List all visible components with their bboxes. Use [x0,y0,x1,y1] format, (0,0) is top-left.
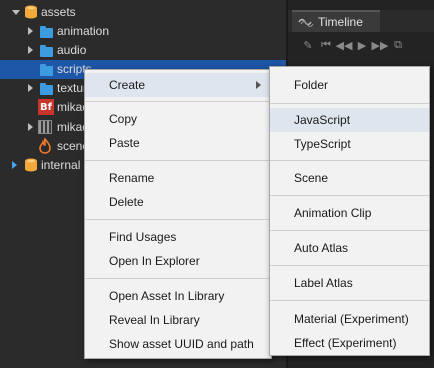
edit-icon[interactable]: ✎ [302,39,314,52]
tree-item-audio[interactable]: audio [0,41,286,60]
timeline-icon [298,18,314,28]
menu-item-label: Find Usages [109,230,177,244]
menu-item-label: Show asset UUID and path [109,337,254,351]
folder-icon [40,64,53,76]
submenu-item-javascript[interactable]: JavaScript [270,108,429,132]
tree-item-label: internal [41,158,81,172]
menu-item-label: Animation Clip [294,206,372,220]
menu-item-label: Effect (Experiment) [294,336,397,350]
expand-arrow-icon[interactable] [12,161,17,169]
folder-icon [40,45,53,57]
submenu-arrow-icon [256,81,261,89]
submenu-item-effect[interactable]: Effect (Experiment) [270,331,429,355]
tab-label: Timeline [318,15,363,29]
menu-separator [270,160,429,161]
timeline-toolbar: ✎ ⏮ ◀◀ ▶ ▶▶ ⧉ [288,32,434,58]
tree-item-assets[interactable]: assets [0,3,286,22]
expand-arrow-icon[interactable] [28,84,33,92]
menu-item-label: Reveal In Library [109,313,200,327]
scene-flame-icon [39,138,51,154]
menu-separator [85,101,271,102]
menu-separator [270,195,429,196]
open-external-icon[interactable]: ⧉ [392,39,404,51]
menu-item-label: Open Asset In Library [109,289,225,303]
tab-strip: Timeline [288,10,434,32]
menu-separator [270,265,429,266]
submenu-item-auto-atlas[interactable]: Auto Atlas [270,236,429,260]
tab-timeline[interactable]: Timeline [292,10,380,32]
submenu-item-folder[interactable]: Folder [270,73,429,97]
menu-item-label: Create [109,78,146,92]
menu-separator [270,103,429,104]
menu-separator [85,160,271,161]
step-back-icon[interactable]: ◀◀ [336,39,353,52]
menu-item-create[interactable]: Create [85,73,271,97]
menu-item-open-in-explorer[interactable]: Open In Explorer [85,249,271,273]
menu-item-label: Folder [294,78,329,92]
tree-item-label: assets [41,5,76,19]
menu-item-open-asset-in-library[interactable]: Open Asset In Library [85,284,271,308]
menu-separator [270,300,429,301]
menu-item-show-uuid[interactable]: Show asset UUID and path [85,332,271,356]
expand-arrow-icon[interactable] [28,46,33,54]
menu-item-label: Delete [109,195,144,209]
expand-arrow-icon[interactable] [12,10,20,15]
folder-icon [40,83,53,95]
context-menu: Create Copy Paste Rename Delete Find Usa… [84,69,272,359]
tree-item-animation[interactable]: animation [0,22,286,41]
expand-arrow-icon[interactable] [28,123,33,131]
submenu-item-scene[interactable]: Scene [270,166,429,190]
expand-arrow-icon[interactable] [28,27,33,35]
menu-item-paste[interactable]: Paste [85,131,271,155]
menu-item-label: Rename [109,171,155,185]
menu-item-delete[interactable]: Delete [85,190,271,214]
menu-item-copy[interactable]: Copy [85,107,271,131]
menu-item-rename[interactable]: Rename [85,166,271,190]
bitmap-font-icon: Bf [38,99,54,115]
database-icon [25,158,37,172]
menu-item-label: Auto Atlas [294,241,349,255]
menu-item-label: Label Atlas [294,276,353,290]
menu-item-label: Scene [294,171,329,185]
menu-item-label: Material (Experiment) [294,312,409,326]
menu-item-label: Open In Explorer [109,254,200,268]
tree-item-label: audio [57,43,87,57]
menu-item-label: Copy [109,112,138,126]
skip-start-icon[interactable]: ⏮ [320,39,332,51]
menu-separator [85,219,271,220]
submenu-item-material[interactable]: Material (Experiment) [270,307,429,331]
menu-item-reveal-in-library[interactable]: Reveal In Library [85,308,271,332]
create-submenu: Folder JavaScript TypeScript Scene Anima… [269,66,430,356]
submenu-item-label-atlas[interactable]: Label Atlas [270,271,429,295]
texture-atlas-icon [38,120,52,134]
menu-item-find-usages[interactable]: Find Usages [85,225,271,249]
step-forward-icon[interactable]: ▶▶ [372,39,389,52]
folder-icon [40,26,53,38]
database-icon [25,5,37,19]
menu-separator [85,278,271,279]
menu-item-label: TypeScript [294,137,351,151]
submenu-item-animation-clip[interactable]: Animation Clip [270,201,429,225]
play-icon[interactable]: ▶ [356,39,368,52]
submenu-item-typescript[interactable]: TypeScript [270,132,429,156]
menu-item-label: Paste [109,136,140,150]
tree-item-label: animation [57,24,110,38]
menu-separator [270,230,429,231]
menu-item-label: JavaScript [294,113,351,127]
